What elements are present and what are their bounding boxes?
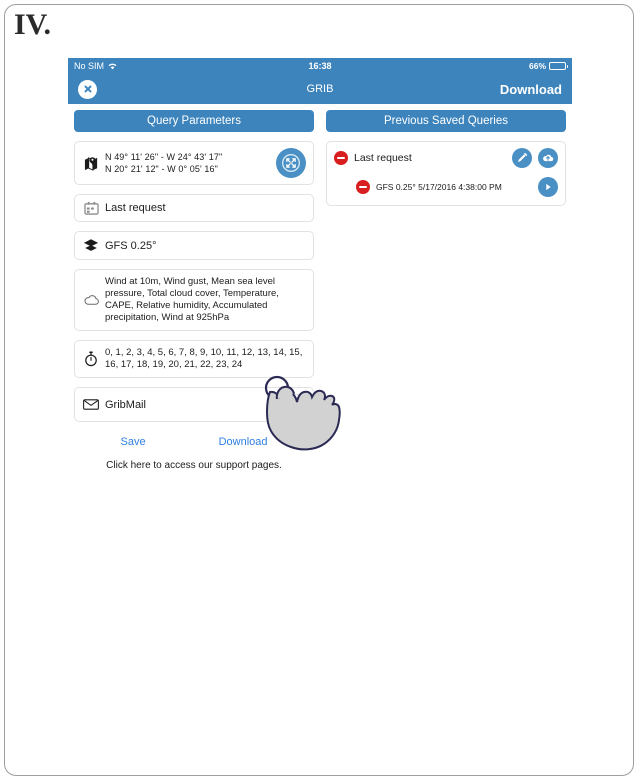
gribmail-row[interactable]: GribMail [74,387,314,422]
time-steps-row[interactable]: 0, 1, 2, 3, 4, 5, 6, 7, 8, 9, 10, 11, 12… [74,340,314,378]
coordinates-row[interactable]: N 49° 11' 26" - W 24° 43' 17" N 20° 21' … [74,141,314,185]
cloud-upload-icon [543,154,554,162]
model-value: GFS 0.25° [105,239,157,252]
saved-query-child-row: GFS 0.25° 5/17/2016 4:38:00 PM [356,177,558,197]
carrier-label: No SIM [74,61,105,71]
nav-left [78,79,307,99]
play-icon [546,183,551,191]
form-actions: Save Download [74,436,314,448]
request-name-value: Last request [105,202,166,214]
edit-query-button[interactable] [512,148,532,168]
coordinates-text: N 49° 11' 26" - W 24° 43' 17" N 20° 21' … [100,151,276,175]
envelope-icon [82,399,100,410]
pencil-icon [518,152,528,162]
download-link-button[interactable]: Download [219,436,268,448]
battery-icon [549,62,568,70]
minus-circle-icon[interactable] [356,180,370,194]
map-pin-icon [82,156,100,171]
saved-query-header-row: Last request [334,148,558,168]
tab-query-parameters[interactable]: Query Parameters [74,110,314,132]
figure-label: IV. [14,8,51,41]
nav-bar: GRIB Download [68,74,572,104]
tab-previous-saved-queries[interactable]: Previous Saved Queries [326,110,566,132]
toggle-knob [273,396,290,413]
parameters-row[interactable]: Wind at 10m, Wind gust, Mean sea level p… [74,269,314,331]
support-link[interactable]: Click here to access our support pages. [74,460,314,471]
device-screenshot: No SIM 16:38 66% GRIB Download Query Par… [68,58,572,481]
stopwatch-icon [82,351,100,367]
layers-icon [82,238,100,253]
save-button[interactable]: Save [121,436,146,448]
status-bar-time: 16:38 [308,61,332,71]
run-query-button[interactable] [538,177,558,197]
gribmail-toggle[interactable] [271,394,306,415]
battery-percent-label: 66% [528,61,546,71]
status-bar-left: No SIM [74,61,308,71]
minus-circle-icon[interactable] [334,151,348,165]
download-button[interactable]: Download [500,82,562,97]
time-steps-value: 0, 1, 2, 3, 4, 5, 6, 7, 8, 9, 10, 11, 12… [105,347,303,370]
status-bar-right: 66% [332,61,568,71]
close-circle-icon[interactable] [78,79,97,99]
status-bar: No SIM 16:38 66% [68,58,572,74]
gribmail-label: GribMail [105,398,146,411]
calendar-icon [82,201,100,215]
query-parameters-column: Query Parameters N 49° 11' 26" - W 24° 4… [74,110,314,471]
wifi-icon [108,63,117,70]
coordinates-line-1: N 49° 11' 26" - W 24° 43' 17" [105,152,223,162]
expand-arrows-icon [282,154,300,172]
upload-query-button[interactable] [538,148,558,168]
previous-saved-queries-column: Previous Saved Queries Last request GFS … [326,110,566,471]
cloud-icon [82,294,100,306]
saved-query-item: Last request GFS 0.25° 5/17/2016 4:38:00… [326,141,566,206]
request-name-row[interactable]: Last request [74,194,314,222]
saved-query-child-title: GFS 0.25° 5/17/2016 4:38:00 PM [376,182,502,192]
page-title: GRIB [306,83,334,95]
parameters-value: Wind at 10m, Wind gust, Mean sea level p… [105,276,279,323]
screen-body: Query Parameters N 49° 11' 26" - W 24° 4… [68,104,572,481]
coordinates-line-2: N 20° 21' 12" - W 0° 05' 16" [105,164,218,174]
saved-query-title: Last request [354,152,412,164]
nav-right: Download [333,82,562,97]
expand-map-button[interactable] [276,148,306,178]
model-row[interactable]: GFS 0.25° [74,231,314,260]
